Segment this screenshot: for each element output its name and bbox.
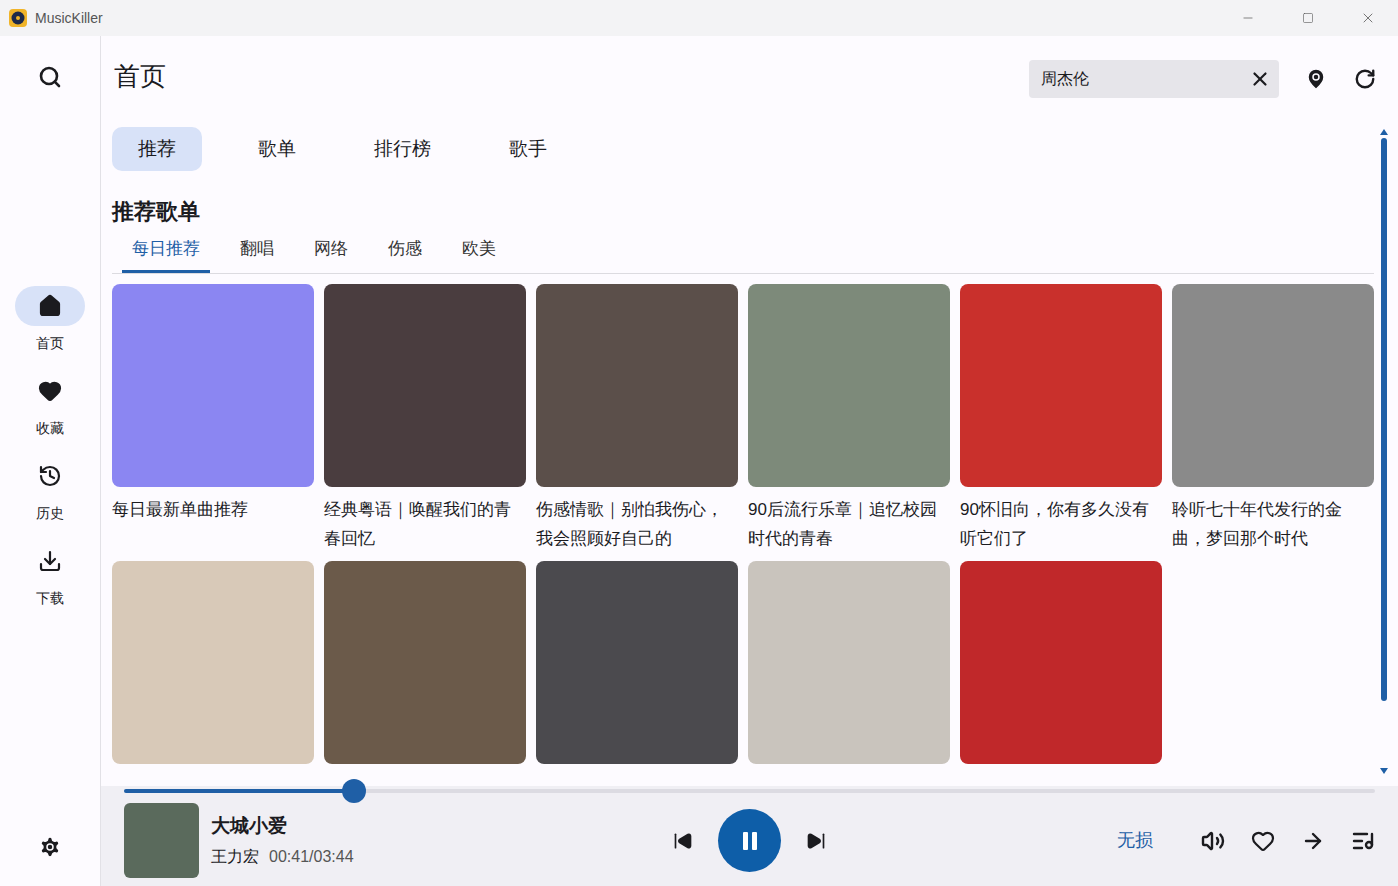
playlist-cover — [960, 284, 1162, 487]
playlist-cover — [112, 284, 314, 487]
search-field[interactable]: 周杰伦 — [1029, 60, 1279, 98]
nav-item-icon — [38, 379, 62, 403]
sub-tab[interactable]: 欧美 — [452, 237, 506, 273]
main-tab[interactable]: 歌单 — [232, 127, 322, 171]
location-icon[interactable] — [1304, 67, 1328, 91]
playlist-card[interactable] — [112, 561, 314, 764]
nav-rail: 首页收藏历史下载 — [0, 36, 101, 886]
sub-tab[interactable]: 翻唱 — [230, 237, 284, 273]
playlist-cover — [324, 561, 526, 764]
playlist-cover — [536, 561, 738, 764]
title-bar: MusicKiller — [0, 0, 1398, 36]
playlist-cover — [536, 284, 738, 487]
song-title: 大城小爱 — [211, 812, 354, 840]
maximize-icon — [1302, 12, 1314, 24]
sub-tabs: 每日推荐翻唱网络伤感欧美 — [112, 237, 1374, 274]
main-tab[interactable]: 歌手 — [483, 127, 573, 171]
playlist-card[interactable]: 90后流行乐章｜追忆校园时代的青春 — [748, 284, 950, 553]
minimize-button[interactable] — [1218, 0, 1278, 36]
page-title: 首页 — [114, 56, 166, 96]
nav-item[interactable]: 历史 — [15, 456, 85, 528]
quality-badge[interactable]: 无损 — [1117, 827, 1153, 854]
nav-item-icon — [38, 549, 62, 573]
playlist-card[interactable] — [324, 561, 526, 764]
clear-icon[interactable] — [1249, 68, 1271, 90]
playlist-grid: 每日最新单曲推荐经典粤语｜唤醒我们的青春回忆伤感情歌｜别怕我伤心，我会照顾好自己… — [112, 284, 1374, 764]
search-button[interactable] — [30, 63, 70, 91]
song-artist[interactable]: 王力宏 — [211, 844, 259, 870]
refresh-icon[interactable] — [1354, 68, 1376, 90]
scrollbar[interactable] — [1376, 100, 1392, 786]
search-icon — [38, 65, 62, 89]
nav-item-icon — [38, 464, 62, 488]
close-icon — [1360, 10, 1376, 26]
sub-tab[interactable]: 网络 — [304, 237, 358, 273]
playlist-card[interactable]: 聆听七十年代发行的金曲，梦回那个时代 — [1172, 284, 1374, 553]
playlist-cover — [324, 284, 526, 487]
main-tab[interactable]: 推荐 — [112, 127, 202, 171]
playlist-card[interactable] — [536, 561, 738, 764]
main-tab[interactable]: 排行榜 — [352, 127, 453, 171]
playlist-card[interactable]: 伤感情歌｜别怕我伤心，我会照顾好自己的 — [536, 284, 738, 553]
gear-icon — [38, 835, 62, 859]
play-mode-icon[interactable] — [1301, 829, 1325, 853]
playlist-cover — [1172, 284, 1374, 487]
like-icon[interactable] — [1251, 829, 1275, 853]
previous-icon[interactable] — [673, 831, 693, 851]
playlist-cover — [112, 561, 314, 764]
scroll-down-icon — [1380, 768, 1388, 774]
nav-item[interactable]: 下载 — [15, 541, 85, 613]
song-time: 00:41/03:44 — [269, 844, 354, 870]
sub-tab[interactable]: 每日推荐 — [122, 237, 210, 273]
minimize-icon — [1241, 11, 1255, 25]
play-pause-button[interactable] — [718, 809, 781, 872]
playlist-card[interactable]: 每日最新单曲推荐 — [112, 284, 314, 553]
scroll-area: 推荐歌单排行榜歌手推荐歌单每日推荐翻唱网络伤感欧美每日最新单曲推荐经典粤语｜唤醒… — [101, 100, 1398, 786]
nav-item-icon — [38, 294, 62, 318]
header: 首页 周杰伦 — [101, 36, 1398, 100]
main-area: 首页周杰伦推荐歌单排行榜歌手推荐歌单每日推荐翻唱网络伤感欧美每日最新单曲推荐经典… — [101, 36, 1398, 886]
player-bar: 大城小爱王力宏 00:41/03:44 无损 — [101, 786, 1398, 886]
queue-icon[interactable] — [1351, 829, 1375, 853]
playlist-card[interactable] — [748, 561, 950, 764]
app-logo-icon — [9, 9, 27, 27]
section-title: 推荐歌单 — [112, 193, 1374, 231]
sub-tab[interactable]: 伤感 — [378, 237, 432, 273]
volume-icon[interactable] — [1201, 829, 1225, 853]
settings-button[interactable] — [30, 832, 70, 862]
nav-item[interactable]: 首页 — [15, 286, 85, 358]
playlist-cover — [748, 284, 950, 487]
playlist-card[interactable]: 90怀旧向，你有多久没有听它们了 — [960, 284, 1162, 553]
playlist-cover — [960, 561, 1162, 764]
app-window: MusicKiller首页收藏历史下载首页周杰伦推荐歌单排行榜歌手推荐歌单每日推… — [0, 0, 1398, 886]
playlist-card[interactable] — [960, 561, 1162, 764]
next-icon[interactable] — [806, 831, 826, 851]
progress-slider[interactable] — [124, 787, 1375, 795]
album-cover[interactable] — [124, 803, 199, 878]
playlist-card[interactable]: 经典粤语｜唤醒我们的青春回忆 — [324, 284, 526, 553]
playlist-cover — [748, 561, 950, 764]
pause-icon — [738, 829, 762, 853]
maximize-button[interactable] — [1278, 0, 1338, 36]
window-title: MusicKiller — [35, 8, 103, 29]
main-tabs: 推荐歌单排行榜歌手 — [112, 127, 1374, 171]
close-button[interactable] — [1338, 0, 1398, 36]
nav-item[interactable]: 收藏 — [15, 371, 85, 443]
scroll-up-icon — [1380, 129, 1388, 135]
